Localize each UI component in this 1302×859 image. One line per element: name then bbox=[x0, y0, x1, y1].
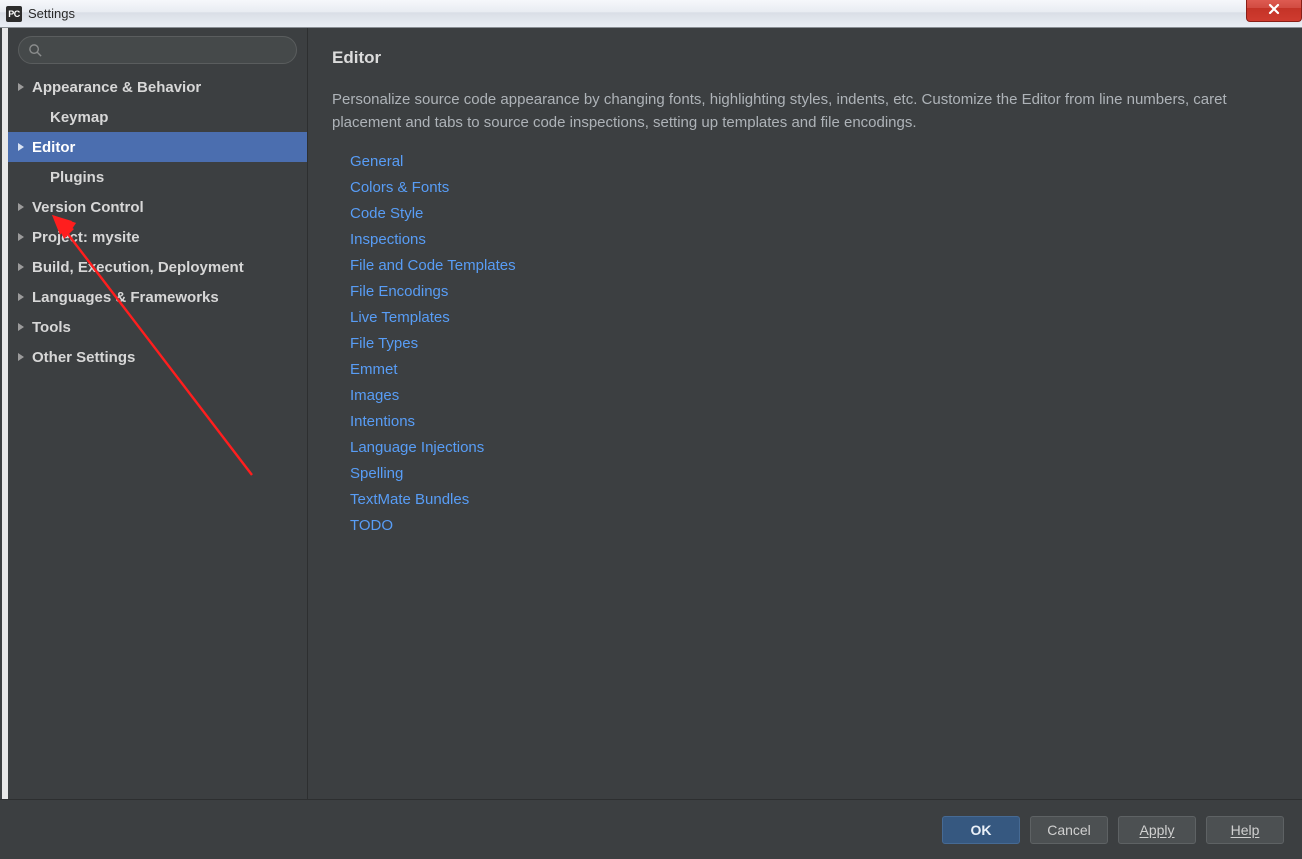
sidebar-item-label: Editor bbox=[32, 139, 75, 156]
settings-tree: Appearance & Behavior Keymap Editor Plugins… bbox=[8, 72, 307, 372]
sidebar-inner: Appearance & Behavior Keymap Editor Plugins… bbox=[2, 28, 307, 799]
sidebar-item-label: Appearance & Behavior bbox=[32, 79, 201, 96]
search-field[interactable] bbox=[18, 36, 297, 64]
search-wrap bbox=[8, 36, 307, 72]
sidebar-item-label: Tools bbox=[32, 319, 71, 336]
close-icon bbox=[1267, 2, 1281, 16]
sidebar-item-label: Plugins bbox=[50, 169, 104, 186]
content-pane: Editor Personalize source code appearanc… bbox=[308, 28, 1302, 799]
sidebar-item-label: Keymap bbox=[50, 109, 108, 126]
titlebar: PC Settings bbox=[0, 0, 1302, 28]
sidebar-item-label: Other Settings bbox=[32, 349, 135, 366]
editor-link-intentions[interactable]: Intentions bbox=[350, 409, 1278, 435]
expand-arrow-icon bbox=[18, 263, 24, 271]
editor-link-todo[interactable]: TODO bbox=[350, 513, 1278, 539]
sidebar-item-editor[interactable]: Editor bbox=[8, 132, 307, 162]
app-icon: PC bbox=[6, 6, 22, 22]
close-button[interactable] bbox=[1246, 0, 1302, 22]
editor-link-file-types[interactable]: File Types bbox=[350, 331, 1278, 357]
editor-link-images[interactable]: Images bbox=[350, 383, 1278, 409]
sidebar-item-version-control[interactable]: Version Control bbox=[8, 192, 307, 222]
page-description: Personalize source code appearance by ch… bbox=[332, 88, 1272, 135]
sidebar-item-label: Build, Execution, Deployment bbox=[32, 259, 244, 276]
expand-arrow-icon bbox=[18, 323, 24, 331]
expand-arrow-icon bbox=[18, 203, 24, 211]
sidebar-item-build-execution-deployment[interactable]: Build, Execution, Deployment bbox=[8, 252, 307, 282]
help-button[interactable]: Help bbox=[1206, 816, 1284, 844]
sidebar-item-label: Project: mysite bbox=[32, 229, 140, 246]
expand-arrow-icon bbox=[18, 293, 24, 301]
sidebar-item-appearance-behavior[interactable]: Appearance & Behavior bbox=[8, 72, 307, 102]
sidebar: Appearance & Behavior Keymap Editor Plugins… bbox=[0, 28, 308, 799]
expand-arrow-icon bbox=[18, 83, 24, 91]
editor-link-spelling[interactable]: Spelling bbox=[350, 461, 1278, 487]
editor-link-file-encodings[interactable]: File Encodings bbox=[350, 279, 1278, 305]
sidebar-item-plugins[interactable]: Plugins bbox=[8, 162, 307, 192]
sidebar-item-project-mysite[interactable]: Project: mysite bbox=[8, 222, 307, 252]
editor-link-general[interactable]: General bbox=[350, 149, 1278, 175]
dialog-footer: OK Cancel Apply Help bbox=[0, 799, 1302, 859]
sidebar-item-languages-frameworks[interactable]: Languages & Frameworks bbox=[8, 282, 307, 312]
sidebar-item-tools[interactable]: Tools bbox=[8, 312, 307, 342]
window-body: Appearance & Behavior Keymap Editor Plugins… bbox=[0, 28, 1302, 799]
ok-button[interactable]: OK bbox=[942, 816, 1020, 844]
search-input[interactable] bbox=[49, 43, 286, 58]
editor-link-language-injections[interactable]: Language Injections bbox=[350, 435, 1278, 461]
expand-arrow-icon bbox=[18, 353, 24, 361]
window-title: Settings bbox=[28, 6, 75, 21]
editor-link-emmet[interactable]: Emmet bbox=[350, 357, 1278, 383]
editor-link-colors-fonts[interactable]: Colors & Fonts bbox=[350, 175, 1278, 201]
editor-link-live-templates[interactable]: Live Templates bbox=[350, 305, 1278, 331]
sidebar-item-label: Version Control bbox=[32, 199, 144, 216]
page-title: Editor bbox=[332, 48, 1278, 68]
sidebar-item-label: Languages & Frameworks bbox=[32, 289, 219, 306]
editor-link-file-and-code-templates[interactable]: File and Code Templates bbox=[350, 253, 1278, 279]
search-icon bbox=[28, 43, 43, 58]
editor-link-textmate-bundles[interactable]: TextMate Bundles bbox=[350, 487, 1278, 513]
editor-link-code-style[interactable]: Code Style bbox=[350, 201, 1278, 227]
editor-link-inspections[interactable]: Inspections bbox=[350, 227, 1278, 253]
expand-arrow-icon bbox=[18, 233, 24, 241]
sidebar-item-keymap[interactable]: Keymap bbox=[8, 102, 307, 132]
apply-button[interactable]: Apply bbox=[1118, 816, 1196, 844]
editor-sublinks: GeneralColors & FontsCode StyleInspectio… bbox=[332, 149, 1278, 539]
cancel-button[interactable]: Cancel bbox=[1030, 816, 1108, 844]
expand-arrow-icon bbox=[18, 143, 24, 151]
sidebar-item-other-settings[interactable]: Other Settings bbox=[8, 342, 307, 372]
